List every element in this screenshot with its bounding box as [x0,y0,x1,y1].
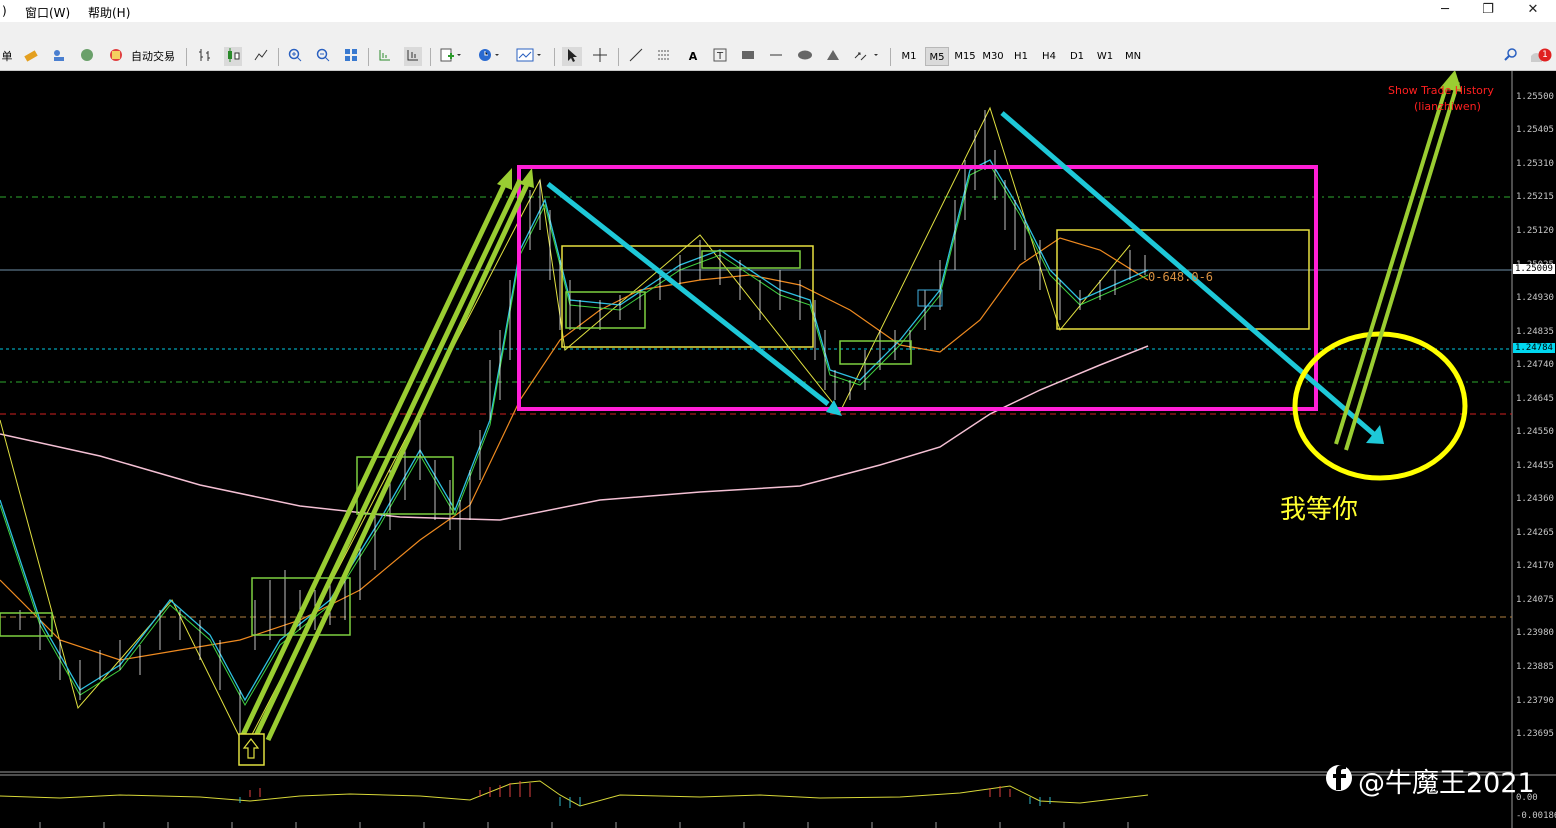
channel-icon[interactable] [654,47,674,66]
consolidation-box [565,291,646,329]
indicator-title: Show Trade History [1388,84,1494,97]
toolbar-separator [890,48,891,66]
price-chart[interactable]: 1.25500 1.25405 1.25310 1.25215 1.25120 … [0,71,1556,828]
svg-text:T: T [716,51,724,62]
ellipse-icon[interactable] [795,47,815,66]
rectangle-icon[interactable] [738,47,758,66]
watermark-text: @牛魔王2021 [1358,768,1535,799]
toolbar-spacer [0,22,1556,43]
toolbar-separator [368,48,369,66]
minimize-button[interactable]: ─ [1430,0,1460,22]
ma-fast-line [0,159,1149,702]
autotrade-button[interactable]: 自动交易 [128,47,178,66]
price-tick: 1.24930 [1516,293,1554,303]
menu-item-help[interactable]: 帮助(H) [88,4,130,21]
timeframe-d1[interactable]: D1 [1065,47,1089,66]
bid-price-tag: 1.24784 [1513,343,1555,353]
bullish-arrows-right [1334,81,1460,451]
macd-line [0,780,1149,807]
toolbar-separator [430,48,431,66]
toolbar-separator [554,48,555,66]
periods-icon[interactable] [476,47,502,66]
price-tick: 1.23790 [1516,696,1554,706]
consolidation-box [701,250,801,269]
current-price-tag: 1.25009 [1513,264,1555,274]
menu-item-view[interactable]: ) [2,4,7,18]
price-tick: 1.23695 [1516,729,1554,739]
price-tick: 1.24360 [1516,494,1554,504]
notification-badge: 1 [1542,50,1548,60]
annotation-text: 我等你 [1280,495,1359,525]
price-tick: 1.24645 [1516,394,1554,404]
consolidation-box [251,577,351,636]
bullish-arrows [240,176,533,742]
price-tick: 1.24740 [1516,360,1554,370]
autotrade-icon[interactable] [106,47,126,66]
buy-signal-box [238,733,265,766]
price-tick: 1.25310 [1516,159,1554,169]
chart-canvas [0,71,1556,828]
price-tick: 1.25405 [1516,125,1554,135]
search-icon[interactable] [1502,47,1520,66]
toolbar: 单 自动交易 A T M1 M5 M15 M30 H1 H4 D1 W1 MN … [0,43,1556,71]
fib-label: 0-648.0-6 [1148,270,1214,284]
crosshair-icon[interactable] [590,47,610,66]
price-tick: 1.24455 [1516,461,1554,471]
price-tick: 1.25500 [1516,92,1554,102]
timeframe-m15[interactable]: M15 [953,47,977,66]
timeframe-mn[interactable]: MN [1121,47,1145,66]
tile-windows-icon[interactable] [342,47,360,66]
price-tick: 1.24550 [1516,427,1554,437]
zoom-out-icon[interactable] [314,47,332,66]
auto-scroll-icon[interactable] [376,47,394,66]
price-tick: 1.23885 [1516,662,1554,672]
timeframe-h1[interactable]: H1 [1009,47,1033,66]
timeframe-w1[interactable]: W1 [1093,47,1117,66]
target-circle [1292,331,1468,481]
new-order-button[interactable]: 单 [0,47,14,66]
indicator-author: (lianzhiwen) [1414,100,1481,113]
candles [19,110,1146,740]
price-tick: 1.23980 [1516,628,1554,638]
text-label-icon[interactable]: T [710,47,730,66]
trendline-icon[interactable] [626,47,646,66]
timeframe-m1[interactable]: M1 [897,47,921,66]
terminal-icon[interactable] [78,47,96,66]
price-tick: 1.24170 [1516,561,1554,571]
ma-long-line [0,345,1149,521]
chart-shift-icon[interactable] [404,47,422,66]
price-tick: 1.25215 [1516,192,1554,202]
price-tick: 1.24835 [1516,327,1554,337]
toolbar-separator [278,48,279,66]
triangle-icon[interactable] [823,47,843,66]
price-tick: 1.24075 [1516,595,1554,605]
timeframe-m5[interactable]: M5 [925,47,949,66]
zoom-in-icon[interactable] [286,47,304,66]
price-tick: 1.25120 [1516,226,1554,236]
toolbar-separator [618,48,619,66]
text-icon[interactable]: A [683,47,703,66]
arrows-icon[interactable] [851,47,881,66]
indicators-icon[interactable] [438,47,464,66]
subwindow-tick: -0.00186 [1516,811,1556,821]
ma-medium-line [0,237,1149,661]
candlestick-icon[interactable] [224,47,242,66]
navigator-icon[interactable] [50,47,68,66]
timeframe-h4[interactable]: H4 [1037,47,1061,66]
price-tick: 1.24265 [1516,528,1554,538]
line-chart-icon[interactable] [252,47,270,66]
close-button[interactable]: ✕ [1518,0,1548,22]
cursor-icon[interactable] [562,47,582,66]
templates-icon[interactable] [514,47,544,66]
market-watch-icon[interactable] [22,47,40,66]
menu-bar: ) 窗口(W) 帮助(H) ─ ❐ ✕ [0,0,1556,23]
toolbar-separator [186,48,187,66]
timeframe-m30[interactable]: M30 [981,47,1005,66]
restore-button[interactable]: ❐ [1473,0,1503,22]
menu-item-window[interactable]: 窗口(W) [25,4,70,21]
horizontal-line-icon[interactable] [766,47,786,66]
bearish-arrows [546,111,1378,438]
bar-chart-icon[interactable] [196,47,214,66]
